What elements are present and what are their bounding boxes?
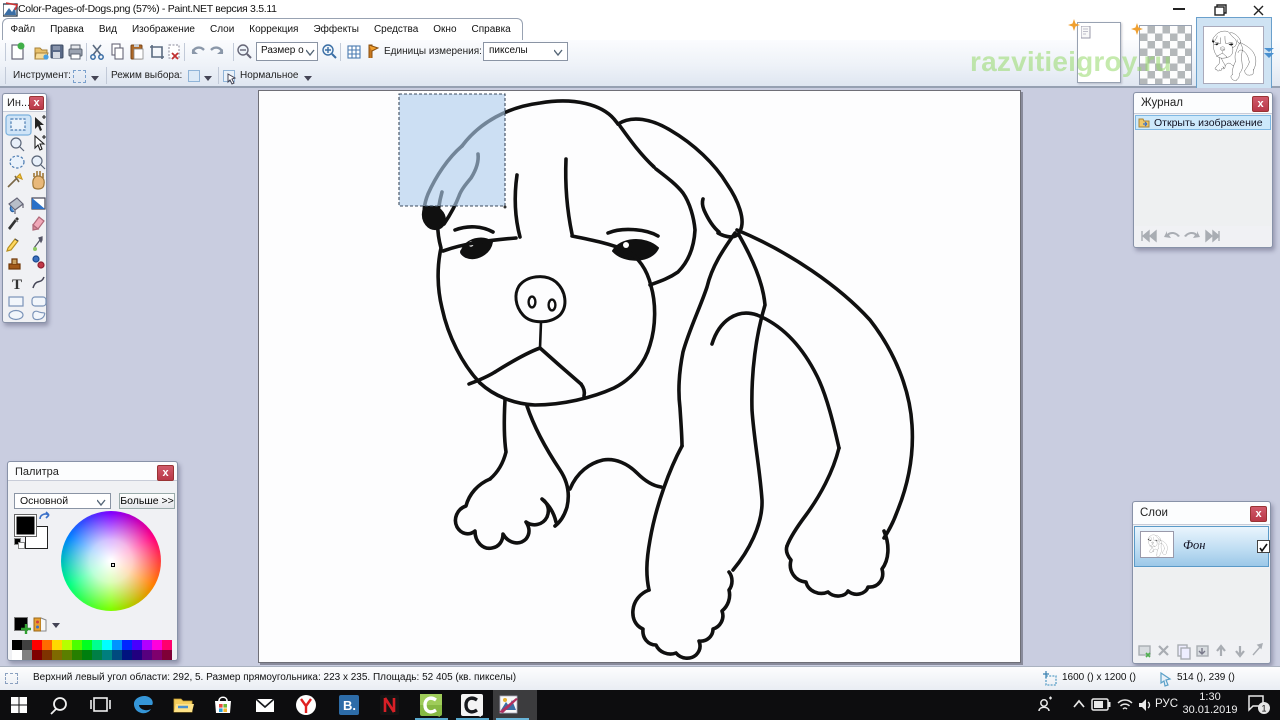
svg-text:T: T [12, 277, 22, 293]
svg-text:B.: B. [343, 698, 356, 713]
svg-text:1: 1 [1262, 704, 1267, 714]
